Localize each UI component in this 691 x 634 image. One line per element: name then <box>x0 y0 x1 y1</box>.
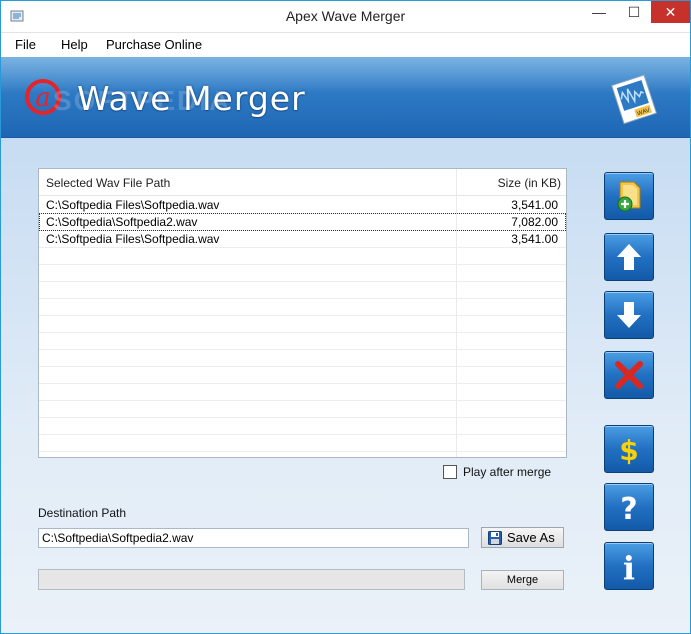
app-window: Apex Wave Merger — ☐ ✕ File Help Purchas… <box>0 0 691 634</box>
remove-file-button[interactable] <box>604 351 654 399</box>
save-as-label: Save As <box>507 530 555 545</box>
move-down-button[interactable] <box>604 291 654 339</box>
header-banner: a Wave Merger SOFTPEDIA WAV <box>1 57 690 138</box>
empty-row <box>39 315 566 333</box>
move-up-button[interactable] <box>604 233 654 281</box>
minimize-button[interactable]: — <box>582 1 616 23</box>
svg-text:a: a <box>35 83 51 113</box>
buy-icon: $ <box>619 434 638 467</box>
empty-row <box>39 366 566 384</box>
remove-icon <box>615 361 643 389</box>
file-list[interactable]: Selected Wav File Path Size (in KB) C:\S… <box>38 168 567 458</box>
table-row[interactable]: C:\Softpedia\Softpedia2.wav 7,082.00 <box>39 213 566 231</box>
main-content: Selected Wav File Path Size (in KB) C:\S… <box>1 138 690 633</box>
svg-text:i: i <box>623 549 635 587</box>
table-row[interactable]: C:\Softpedia Files\Softpedia.wav 3,541.0… <box>39 230 566 248</box>
empty-row <box>39 298 566 316</box>
list-header: Selected Wav File Path Size (in KB) <box>39 169 566 196</box>
menu-file[interactable]: File <box>15 37 36 52</box>
save-as-button[interactable]: Save As <box>481 527 564 548</box>
merge-progress-bar <box>38 569 465 590</box>
info-button[interactable]: i <box>604 542 654 590</box>
row-path: C:\Softpedia Files\Softpedia.wav <box>46 198 220 212</box>
move-down-icon <box>617 302 641 328</box>
floppy-disk-icon <box>488 531 502 545</box>
table-row[interactable]: C:\Softpedia Files\Softpedia.wav 3,541.0… <box>39 196 566 214</box>
play-after-merge-checkbox[interactable] <box>443 465 457 479</box>
menu-help[interactable]: Help <box>61 37 88 52</box>
banner-watermark: SOFTPEDIA <box>53 85 232 116</box>
info-icon: i <box>623 549 635 587</box>
wave-document-icon: WAV <box>611 74 658 125</box>
play-after-merge-label: Play after merge <box>463 465 552 479</box>
empty-row <box>39 383 566 401</box>
menu-bar: File Help Purchase Online <box>1 32 690 58</box>
empty-row <box>39 349 566 367</box>
row-size: 3,541.00 <box>511 232 558 246</box>
column-header-path[interactable]: Selected Wav File Path <box>46 176 170 190</box>
svg-text:?: ? <box>620 492 637 527</box>
maximize-button[interactable]: ☐ <box>617 1 651 23</box>
empty-row <box>39 247 566 265</box>
row-size: 3,541.00 <box>511 198 558 212</box>
add-files-button[interactable] <box>604 172 654 220</box>
move-up-icon <box>617 244 641 270</box>
help-button[interactable]: ? <box>604 483 654 531</box>
svg-text:$: $ <box>619 434 638 467</box>
empty-row <box>39 264 566 282</box>
merge-button[interactable]: Merge <box>481 570 564 590</box>
title-bar: Apex Wave Merger — ☐ ✕ <box>1 1 690 32</box>
empty-row <box>39 281 566 299</box>
empty-row <box>39 332 566 350</box>
add-files-icon <box>617 181 641 212</box>
destination-path-input[interactable] <box>38 528 469 548</box>
help-icon: ? <box>620 492 637 527</box>
destination-path-label: Destination Path <box>38 506 127 520</box>
close-button[interactable]: ✕ <box>651 1 690 23</box>
row-size: 7,082.00 <box>511 215 558 229</box>
menu-purchase-online[interactable]: Purchase Online <box>106 37 202 52</box>
row-path: C:\Softpedia\Softpedia2.wav <box>46 215 198 229</box>
empty-row <box>39 434 566 452</box>
column-header-size[interactable]: Size (in KB) <box>457 176 561 190</box>
buy-button[interactable]: $ <box>604 425 654 473</box>
empty-row <box>39 417 566 435</box>
empty-row <box>39 400 566 418</box>
row-path: C:\Softpedia Files\Softpedia.wav <box>46 232 220 246</box>
